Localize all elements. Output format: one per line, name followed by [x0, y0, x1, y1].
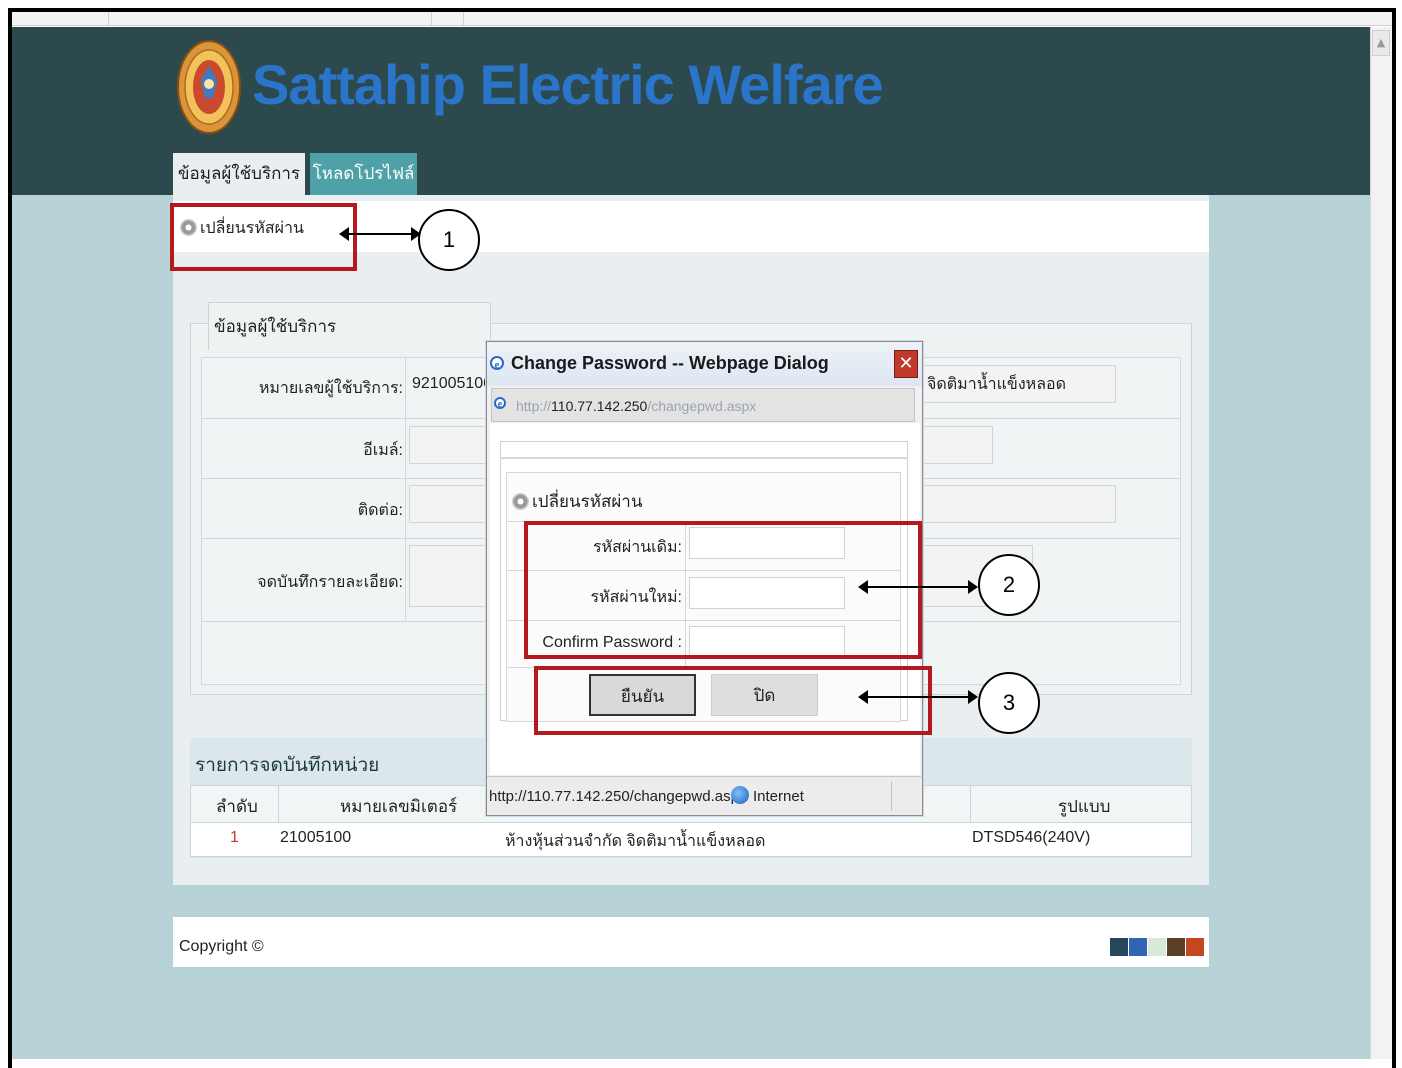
customer-name-value: จิดติมาน้ำแข็งหลอด	[922, 365, 1116, 403]
footer	[173, 917, 1209, 967]
color-swatch	[1148, 938, 1166, 956]
meter-list-title: รายการจดบันทึกหน่วย	[195, 755, 380, 776]
tab-user-info[interactable]: ข้อมูลผู้ใช้บริการ	[173, 153, 305, 195]
col-header-model: รูปแบบ	[1058, 797, 1111, 816]
dialog-address-bar: http://110.77.142.250/changepwd.aspx	[491, 388, 915, 422]
globe-icon	[731, 786, 749, 804]
vertical-scrollbar[interactable]	[1370, 27, 1392, 1059]
color-swatch	[1110, 938, 1128, 956]
user-info-legend: ข้อมูลผู้ใช้บริการ	[208, 302, 491, 350]
gear-icon	[512, 493, 529, 510]
customer-number-label: หมายเลขผู้ใช้บริการ:	[258, 380, 403, 397]
dialog-divider	[500, 457, 908, 459]
ie-icon: e	[490, 356, 504, 371]
tab-load-profile[interactable]: โหลดโปรไฟล์	[310, 153, 417, 195]
dialog-close-icon[interactable]: ✕	[894, 350, 918, 378]
color-swatch	[1186, 938, 1204, 956]
col-header-meter: หมายเลขมิเตอร์	[340, 797, 458, 816]
notes-label: จดบันทึกรายละเอียด:	[257, 574, 403, 591]
row-no[interactable]: 1	[230, 829, 239, 847]
color-swatch	[1167, 938, 1185, 956]
email-label: อีเมล์:	[363, 442, 403, 459]
row-model: DTSD546(240V)	[972, 829, 1091, 846]
logo-icon	[177, 40, 241, 134]
customer-number-value: 921005100	[412, 375, 493, 392]
dialog-status-bar: http://110.77.142.250/changepwd.aspx Int…	[487, 776, 921, 814]
callout-3: 3	[978, 672, 1040, 734]
dialog-heading-text: เปลี่ยนรหัสผ่าน	[532, 492, 643, 511]
status-zone: Internet	[753, 788, 804, 805]
callout-1: 1	[418, 209, 480, 271]
color-swatch	[1129, 938, 1147, 956]
col-header-no: ลำดับ	[216, 797, 258, 816]
url-host: 110.77.142.250	[551, 398, 648, 414]
browser-top-bar	[12, 12, 1392, 26]
annotation-arrow-3	[858, 690, 978, 704]
annotation-arrow-2	[858, 580, 978, 594]
url-path: /changepwd.aspx	[647, 398, 757, 414]
annotation-box-3	[534, 666, 932, 735]
dialog-heading: เปลี่ยนรหัสผ่าน	[512, 488, 642, 515]
url-prefix: http://	[516, 398, 552, 414]
annotation-arrow-1	[339, 227, 421, 241]
dialog-title: Change Password -- Webpage Dialog	[511, 353, 829, 373]
status-url: http://110.77.142.250/changepwd.aspx	[489, 788, 747, 805]
row-name: ห้างหุ้นส่วนจำกัด จิดติมาน้ำแข็งหลอด	[505, 833, 766, 850]
contact-label: ติดต่อ:	[357, 502, 403, 519]
scroll-up-arrow-icon[interactable]: ▲	[1372, 30, 1390, 56]
site-title: Sattahip Electric Welfare	[252, 53, 884, 116]
callout-2: 2	[978, 554, 1040, 616]
copyright-text: Copyright ©	[179, 938, 264, 955]
row-meter: 21005100	[280, 829, 352, 846]
ie-page-icon: e	[494, 397, 506, 410]
annotation-box-1	[170, 203, 357, 271]
